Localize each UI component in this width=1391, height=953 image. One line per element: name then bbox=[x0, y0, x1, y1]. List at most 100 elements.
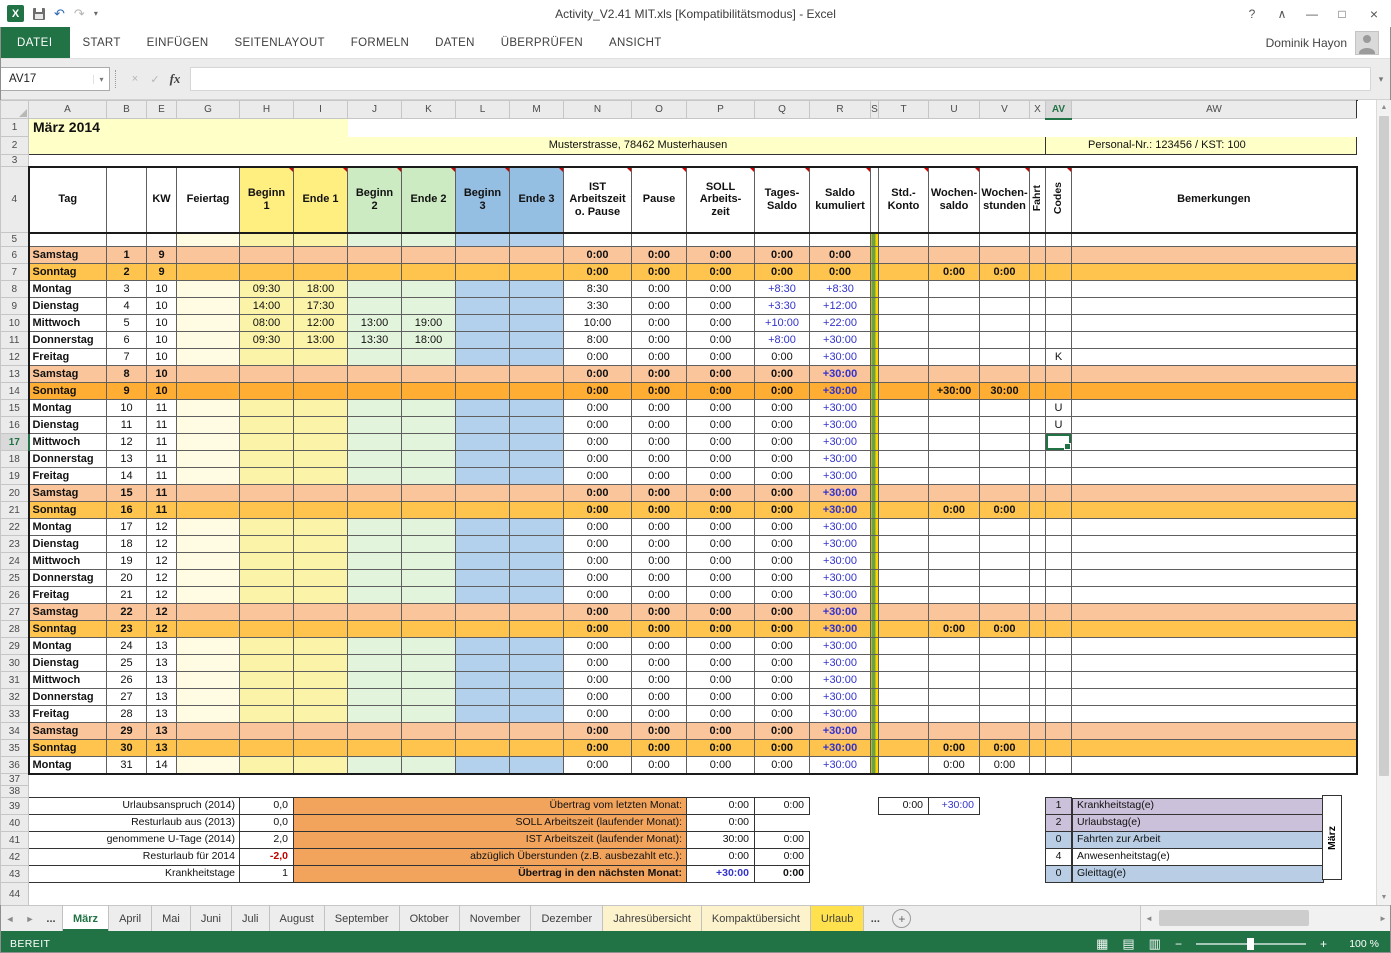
save-icon[interactable] bbox=[33, 8, 45, 20]
cell-A20[interactable]: Samstag bbox=[29, 485, 107, 502]
cell-I25[interactable] bbox=[294, 570, 348, 587]
cell-K32[interactable] bbox=[402, 689, 456, 706]
cell-H10[interactable]: 08:00 bbox=[240, 315, 294, 332]
sheet-tab-august[interactable]: August bbox=[270, 906, 325, 931]
cell-J28[interactable] bbox=[348, 621, 402, 638]
cell-T23[interactable] bbox=[879, 536, 929, 553]
cell-N16[interactable]: 0:00 bbox=[564, 417, 632, 434]
cell-R18[interactable]: +30:00 bbox=[810, 451, 871, 468]
cell-Q34[interactable]: 0:00 bbox=[755, 723, 810, 740]
cell[interactable] bbox=[29, 155, 1357, 167]
cell-G22[interactable] bbox=[177, 519, 240, 536]
cell-K12[interactable] bbox=[402, 349, 456, 366]
cell-J36[interactable] bbox=[348, 757, 402, 774]
cell-G36[interactable] bbox=[177, 757, 240, 774]
cell-S20[interactable] bbox=[871, 485, 879, 502]
cell-G19[interactable] bbox=[177, 468, 240, 485]
cell-H31[interactable] bbox=[240, 672, 294, 689]
cell-K7[interactable] bbox=[402, 264, 456, 281]
cell-B28[interactable]: 23 bbox=[107, 621, 147, 638]
cell-X16[interactable] bbox=[1030, 417, 1046, 434]
cell-V12[interactable] bbox=[980, 349, 1030, 366]
cell-S33[interactable] bbox=[871, 706, 879, 723]
cell-K14[interactable] bbox=[402, 383, 456, 400]
cell-A36[interactable]: Montag bbox=[29, 757, 107, 774]
cell-K17[interactable] bbox=[402, 434, 456, 451]
cell[interactable] bbox=[29, 137, 240, 155]
cell-H29[interactable] bbox=[240, 638, 294, 655]
cell-T19[interactable] bbox=[879, 468, 929, 485]
ribbon-tab-start[interactable]: START bbox=[70, 27, 134, 58]
cell-A10[interactable]: Mittwoch bbox=[29, 315, 107, 332]
cell[interactable] bbox=[871, 815, 879, 832]
sheet-tab-dezember[interactable]: Dezember bbox=[531, 906, 603, 931]
cell-G31[interactable] bbox=[177, 672, 240, 689]
cell[interactable] bbox=[980, 815, 1030, 832]
row-header-19[interactable]: 19 bbox=[1, 468, 29, 485]
cell-Q6[interactable]: 0:00 bbox=[755, 247, 810, 264]
cell-I22[interactable] bbox=[294, 519, 348, 536]
row-header-12[interactable]: 12 bbox=[1, 349, 29, 366]
cell[interactable] bbox=[1030, 798, 1046, 815]
cell-R26[interactable]: +30:00 bbox=[810, 587, 871, 604]
cell-H6[interactable] bbox=[240, 247, 294, 264]
cell-T17[interactable] bbox=[879, 434, 929, 451]
cell-P11[interactable]: 0:00 bbox=[687, 332, 755, 349]
summary-value[interactable]: 0,0 bbox=[240, 815, 294, 832]
cell-AW29[interactable] bbox=[1072, 638, 1357, 655]
cell-O8[interactable]: 0:00 bbox=[632, 281, 687, 298]
cell-L12[interactable] bbox=[456, 349, 510, 366]
cell-V22[interactable] bbox=[980, 519, 1030, 536]
cell-G30[interactable] bbox=[177, 655, 240, 672]
sheet-tab-april[interactable]: April bbox=[109, 906, 152, 931]
cell-J31[interactable] bbox=[348, 672, 402, 689]
cell-X32[interactable] bbox=[1030, 689, 1046, 706]
cell-H8[interactable]: 09:30 bbox=[240, 281, 294, 298]
cell-R21[interactable]: +30:00 bbox=[810, 502, 871, 519]
cell-N13[interactable]: 0:00 bbox=[564, 366, 632, 383]
cell-B30[interactable]: 25 bbox=[107, 655, 147, 672]
cell[interactable] bbox=[879, 849, 929, 866]
cell-Q16[interactable]: 0:00 bbox=[755, 417, 810, 434]
cell-H34[interactable] bbox=[240, 723, 294, 740]
cell-AV28[interactable] bbox=[1046, 621, 1072, 638]
cell-U15[interactable] bbox=[929, 400, 980, 417]
cell-I15[interactable] bbox=[294, 400, 348, 417]
cell-E14[interactable]: 10 bbox=[147, 383, 177, 400]
cell-N26[interactable]: 0:00 bbox=[564, 587, 632, 604]
cell-E5[interactable] bbox=[147, 233, 177, 247]
formula-input[interactable] bbox=[190, 67, 1371, 91]
cell-K24[interactable] bbox=[402, 553, 456, 570]
header-saldo_kumuliert[interactable]: Saldo kumuliert bbox=[810, 167, 871, 233]
cell-U11[interactable] bbox=[929, 332, 980, 349]
cell-K28[interactable] bbox=[402, 621, 456, 638]
cell-H28[interactable] bbox=[240, 621, 294, 638]
cell-Q10[interactable]: +10:00 bbox=[755, 315, 810, 332]
cell-G32[interactable] bbox=[177, 689, 240, 706]
cell-S14[interactable] bbox=[871, 383, 879, 400]
cell-V16[interactable] bbox=[980, 417, 1030, 434]
cell-J26[interactable] bbox=[348, 587, 402, 604]
cell-T36[interactable] bbox=[879, 757, 929, 774]
cell-O28[interactable]: 0:00 bbox=[632, 621, 687, 638]
vertical-scroll-thumb[interactable] bbox=[1379, 116, 1389, 776]
header-fahrt[interactable]: Fahrt bbox=[1030, 167, 1046, 233]
cell-B33[interactable]: 28 bbox=[107, 706, 147, 723]
cell-R33[interactable]: +30:00 bbox=[810, 706, 871, 723]
cell-AV19[interactable] bbox=[1046, 468, 1072, 485]
cell-R8[interactable]: +8:30 bbox=[810, 281, 871, 298]
cell-X12[interactable] bbox=[1030, 349, 1046, 366]
cell-U22[interactable] bbox=[929, 519, 980, 536]
cell-O26[interactable]: 0:00 bbox=[632, 587, 687, 604]
cell-Q8[interactable]: +8:30 bbox=[755, 281, 810, 298]
col-header-T[interactable]: T bbox=[879, 101, 929, 119]
header-kw[interactable]: KW bbox=[147, 167, 177, 233]
cell-Q28[interactable]: 0:00 bbox=[755, 621, 810, 638]
summary-band-value-2[interactable]: 0:00 bbox=[755, 849, 810, 866]
header-beginn1[interactable]: Beginn 1 bbox=[240, 167, 294, 233]
summary-label[interactable]: Krankheitstage bbox=[29, 866, 240, 883]
cell-X15[interactable] bbox=[1030, 400, 1046, 417]
row-header-18[interactable]: 18 bbox=[1, 451, 29, 468]
cell-M35[interactable] bbox=[510, 740, 564, 757]
cell-L34[interactable] bbox=[456, 723, 510, 740]
